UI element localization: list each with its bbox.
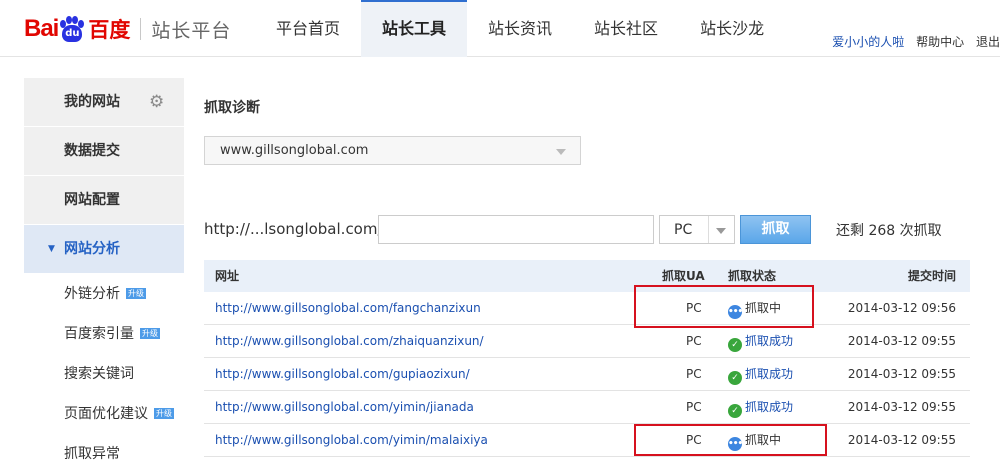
sidebar-item-label: 我的网站 [64, 94, 120, 110]
url-input[interactable] [378, 215, 654, 244]
user-name-link[interactable]: 爱小小的人啦 [832, 35, 904, 49]
table-row: http://www.gillsonglobal.com/yimin/jiana… [204, 391, 970, 424]
sidebar-sub-crawl-errors[interactable]: 抓取异常 [24, 434, 184, 474]
sidebar-sub-index-volume[interactable]: 百度索引量 升级 [24, 314, 184, 354]
sidebar-sub-search-keywords[interactable]: 搜索关键词 [24, 354, 184, 394]
nav-webmaster-salon[interactable]: 站长沙龙 [679, 0, 785, 57]
sidebar-item-label: 数据提交 [64, 143, 120, 159]
gear-icon[interactable]: ⚙ [149, 94, 166, 111]
upgrade-badge: 升级 [154, 408, 174, 419]
nav-webmaster-news[interactable]: 站长资讯 [467, 0, 573, 57]
table-row: http://www.gillsonglobal.com/gupiaozixun… [204, 358, 970, 391]
table-row: http://www.gillsonglobal.com/fangchanzix… [204, 292, 970, 325]
upgrade-badge: 升级 [140, 328, 160, 339]
table-row: http://www.gillsonglobal.com/zhaiquanzix… [204, 325, 970, 358]
table-row: http://www.gillsonglobal.com/yimin/malai… [204, 424, 970, 457]
nav-webmaster-community[interactable]: 站长社区 [573, 0, 679, 57]
row-ua: PC [686, 334, 702, 348]
sidebar-item-site-config[interactable]: 网站配置 [24, 176, 184, 225]
logo-chinese-text: 百度 [88, 18, 131, 42]
top-header: Bai du 百度 站长平台 平台首页 站长工具 站长资讯 站长社区 站长沙龙 … [0, 0, 1000, 57]
paw-icon: du [59, 16, 85, 42]
logo-subtitle: 站长平台 [151, 19, 232, 42]
sidebar-item-label: 网站配置 [64, 192, 120, 208]
nav-webmaster-tools[interactable]: 站长工具 [361, 0, 468, 57]
row-url-link[interactable]: http://www.gillsonglobal.com/fangchanzix… [215, 292, 481, 325]
sidebar-item-site-analysis[interactable]: ▼ 网站分析 [24, 225, 184, 274]
baidu-logo[interactable]: Bai du 百度 站长平台 [24, 14, 231, 44]
sidebar: 我的网站 ⚙ 数据提交 网站配置 ▼ 网站分析 外链分析 升级 百度索引量 升级 搜… [24, 78, 184, 474]
remaining-quota: 还剩 268 次抓取 [836, 223, 942, 239]
upgrade-badge: 升级 [126, 288, 146, 299]
row-ua: PC [686, 367, 702, 381]
fetch-results-table: 网址 抓取UA 抓取状态 提交时间 http://www.gillsonglob… [204, 260, 970, 457]
highlight-box-annotation [634, 285, 814, 328]
row-status-link[interactable]: ✓ 抓取成功 [728, 391, 793, 424]
site-select-dropdown[interactable]: www.gillsonglobal.com [204, 136, 581, 165]
table-header: 网址 抓取UA 抓取状态 提交时间 [204, 260, 970, 292]
row-time: 2014-03-12 09:56 [847, 301, 956, 315]
nav-platform-home[interactable]: 平台首页 [255, 0, 361, 57]
col-header-url: 网址 [215, 269, 240, 283]
ua-select-value: PC [674, 222, 693, 238]
logout-link[interactable]: 退出 [976, 35, 1000, 49]
sidebar-sub-backlinks[interactable]: 外链分析 升级 [24, 274, 184, 314]
row-status-link[interactable]: ✓ 抓取成功 [728, 325, 793, 358]
col-header-time: 提交时间 [907, 269, 956, 283]
check-icon: ✓ [728, 338, 742, 352]
page-title: 抓取诊断 [204, 100, 260, 116]
row-url-link[interactable]: http://www.gillsonglobal.com/yimin/jiana… [215, 391, 474, 424]
highlight-box-annotation [634, 424, 827, 456]
url-prefix-label: http://...lsonglobal.com/ [204, 220, 383, 238]
sidebar-item-label: 网站分析 [64, 241, 120, 257]
check-icon: ✓ [728, 371, 742, 385]
sidebar-submenu: 外链分析 升级 百度索引量 升级 搜索关键词 页面优化建议 升级 抓取异常 [24, 274, 184, 474]
chevron-down-icon [716, 228, 726, 234]
row-url-link[interactable]: http://www.gillsonglobal.com/yimin/malai… [215, 424, 488, 457]
row-ua: PC [686, 400, 702, 414]
sidebar-item-data-submit[interactable]: 数据提交 [24, 127, 184, 176]
sidebar-item-my-sites[interactable]: 我的网站 ⚙ [24, 78, 184, 127]
help-center-link[interactable]: 帮助中心 [916, 35, 964, 49]
user-links: 爱小小的人啦 帮助中心 退出 [824, 0, 1000, 57]
site-select-value: www.gillsonglobal.com [220, 143, 369, 158]
row-url-link[interactable]: http://www.gillsonglobal.com/gupiaozixun… [215, 358, 470, 391]
chevron-down-icon [556, 149, 566, 155]
caret-down-icon: ▼ [48, 244, 55, 254]
ua-select-dropdown[interactable]: PC [659, 215, 735, 244]
row-time: 2014-03-12 09:55 [847, 334, 956, 348]
row-url-link[interactable]: http://www.gillsonglobal.com/zhaiquanzix… [215, 325, 484, 358]
sidebar-sub-page-optimization[interactable]: 页面优化建议 升级 [24, 394, 184, 434]
row-time: 2014-03-12 09:55 [847, 367, 956, 381]
row-time: 2014-03-12 09:55 [847, 400, 956, 414]
fetch-button[interactable]: 抓取 [740, 215, 811, 244]
row-time: 2014-03-12 09:55 [847, 433, 956, 447]
row-status-link[interactable]: ✓ 抓取成功 [728, 358, 793, 391]
check-icon: ✓ [728, 404, 742, 418]
logo-bai-text: Bai [24, 15, 59, 42]
main-nav: 平台首页 站长工具 站长资讯 站长社区 站长沙龙 [255, 0, 785, 57]
